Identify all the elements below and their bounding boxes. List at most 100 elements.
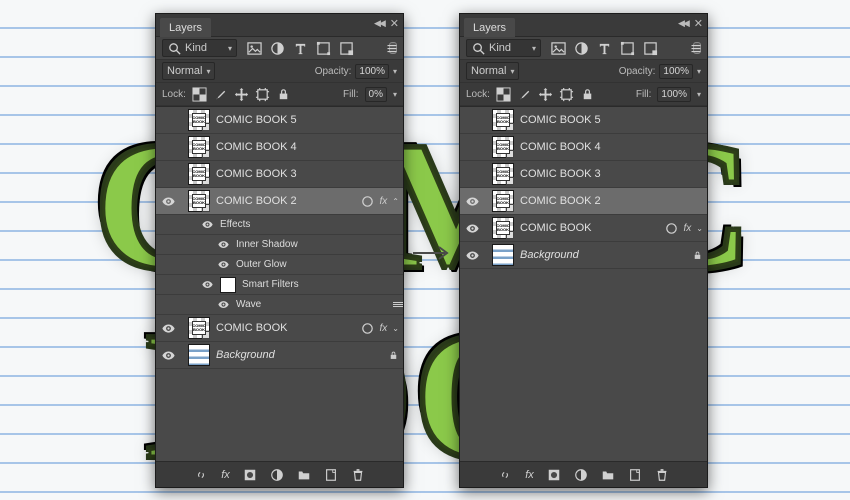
layer-name[interactable]: COMIC BOOK 4 <box>216 141 399 153</box>
filter-smart-icon[interactable] <box>643 41 658 56</box>
filter-shape-icon[interactable] <box>316 41 331 56</box>
layer-name[interactable]: COMIC BOOK <box>216 322 360 334</box>
lock-artboard-icon[interactable] <box>255 87 270 102</box>
effect-item[interactable]: Outer Glow <box>156 255 403 275</box>
fill-caret-icon[interactable]: ▾ <box>697 90 701 99</box>
layer-name[interactable]: Background <box>216 349 388 361</box>
layer-row[interactable]: Background <box>156 342 403 369</box>
layer-row[interactable]: COMIC BOOK 5 <box>156 107 403 134</box>
panel-menu-icon[interactable] <box>690 41 702 56</box>
layer-row[interactable]: COMIC BOOK 2 fx ⌃ <box>156 188 403 215</box>
filter-smart-icon[interactable] <box>339 41 354 56</box>
layer-thumbnail[interactable] <box>492 244 514 266</box>
layers-tab[interactable]: Layers <box>160 18 211 37</box>
opacity-value[interactable]: 100% <box>659 64 693 79</box>
visibility-toggle[interactable] <box>464 195 480 208</box>
layer-thumbnail[interactable] <box>188 190 210 212</box>
visibility-toggle[interactable] <box>160 322 176 335</box>
layer-name[interactable]: COMIC BOOK 4 <box>520 141 703 153</box>
layer-name[interactable]: COMIC BOOK 3 <box>520 168 703 180</box>
new-layer-icon[interactable] <box>628 468 642 482</box>
expand-fx-icon[interactable]: ⌄ <box>696 224 703 233</box>
add-adjustment-icon[interactable] <box>270 468 284 482</box>
new-layer-icon[interactable] <box>324 468 338 482</box>
layer-name[interactable]: COMIC BOOK 5 <box>216 114 399 126</box>
new-group-icon[interactable] <box>601 468 615 482</box>
layer-name[interactable]: Background <box>520 249 692 261</box>
add-mask-icon[interactable] <box>547 468 561 482</box>
effect-item[interactable]: Inner Shadow <box>156 235 403 255</box>
fill-value[interactable]: 0% <box>365 87 387 102</box>
filter-kind-input[interactable] <box>185 42 225 54</box>
blend-mode-select[interactable]: Normal▾ <box>466 62 519 80</box>
layer-row[interactable]: COMIC BOOK 4 <box>156 134 403 161</box>
delete-layer-icon[interactable] <box>351 468 365 482</box>
layer-thumbnail[interactable] <box>188 163 210 185</box>
smart-filters-header[interactable]: Smart Filters <box>156 275 403 295</box>
layer-thumbnail[interactable] <box>492 190 514 212</box>
layer-name[interactable]: COMIC BOOK <box>520 222 664 234</box>
lock-image-icon[interactable] <box>517 87 532 102</box>
layer-row[interactable]: COMIC BOOK 3 <box>156 161 403 188</box>
layer-filter-select[interactable]: ▾ <box>466 39 541 57</box>
layer-row[interactable]: COMIC BOOK 3 <box>460 161 707 188</box>
filter-adjust-icon[interactable] <box>574 41 589 56</box>
lock-all-icon[interactable] <box>580 87 595 102</box>
visibility-toggle[interactable] <box>160 195 176 208</box>
layer-row[interactable]: COMIC BOOK 2 <box>460 188 707 215</box>
layer-row[interactable]: COMIC BOOK fx ⌄ <box>156 315 403 342</box>
fill-value[interactable]: 100% <box>657 87 691 102</box>
collapse-panel-icon[interactable]: ◀◀ <box>678 18 688 29</box>
fx-badge[interactable]: fx <box>684 223 692 234</box>
layer-row[interactable]: COMIC BOOK fx ⌄ <box>460 215 707 242</box>
fill-caret-icon[interactable]: ▾ <box>393 90 397 99</box>
blend-mode-select[interactable]: Normal▾ <box>162 62 215 80</box>
lock-all-icon[interactable] <box>276 87 291 102</box>
visibility-toggle[interactable] <box>464 222 480 235</box>
collapse-panel-icon[interactable]: ◀◀ <box>374 18 384 29</box>
lock-position-icon[interactable] <box>234 87 249 102</box>
layer-thumbnail[interactable] <box>492 217 514 239</box>
layer-name[interactable]: COMIC BOOK 2 <box>520 195 703 207</box>
close-panel-icon[interactable]: ✕ <box>694 17 703 30</box>
add-fx-icon[interactable]: fx <box>525 468 534 482</box>
filter-shape-icon[interactable] <box>620 41 635 56</box>
opacity-caret-icon[interactable]: ▾ <box>697 67 701 76</box>
link-layers-icon[interactable] <box>498 468 512 482</box>
lock-image-icon[interactable] <box>213 87 228 102</box>
layer-thumbnail[interactable] <box>188 344 210 366</box>
smart-filter-item[interactable]: Wave <box>156 295 403 315</box>
visibility-toggle[interactable] <box>160 349 176 362</box>
filter-type-icon[interactable] <box>293 41 308 56</box>
add-fx-icon[interactable]: fx <box>221 468 230 482</box>
lock-transparent-icon[interactable] <box>496 87 511 102</box>
layer-thumbnail[interactable] <box>492 109 514 131</box>
smart-filter-mask-thumb[interactable] <box>220 277 236 293</box>
link-layers-icon[interactable] <box>194 468 208 482</box>
opacity-value[interactable]: 100% <box>355 64 389 79</box>
collapse-fx-icon[interactable]: ⌃ <box>392 197 399 206</box>
effects-header[interactable]: Effects <box>156 215 403 235</box>
layer-thumbnail[interactable] <box>492 136 514 158</box>
lock-position-icon[interactable] <box>538 87 553 102</box>
lock-artboard-icon[interactable] <box>559 87 574 102</box>
add-adjustment-icon[interactable] <box>574 468 588 482</box>
filter-type-icon[interactable] <box>597 41 612 56</box>
fx-badge[interactable]: fx <box>380 196 388 207</box>
filter-pixel-icon[interactable] <box>551 41 566 56</box>
layers-tab[interactable]: Layers <box>464 18 515 37</box>
filter-pixel-icon[interactable] <box>247 41 262 56</box>
layer-thumbnail[interactable] <box>188 109 210 131</box>
filter-adjust-icon[interactable] <box>270 41 285 56</box>
layer-thumbnail[interactable] <box>188 317 210 339</box>
filter-kind-input[interactable] <box>489 42 529 54</box>
layer-thumbnail[interactable] <box>492 163 514 185</box>
new-group-icon[interactable] <box>297 468 311 482</box>
opacity-caret-icon[interactable]: ▾ <box>393 67 397 76</box>
layer-name[interactable]: COMIC BOOK 3 <box>216 168 399 180</box>
delete-layer-icon[interactable] <box>655 468 669 482</box>
layer-name[interactable]: COMIC BOOK 5 <box>520 114 703 126</box>
close-panel-icon[interactable]: ✕ <box>390 17 399 30</box>
layer-thumbnail[interactable] <box>188 136 210 158</box>
expand-fx-icon[interactable]: ⌄ <box>392 324 399 333</box>
